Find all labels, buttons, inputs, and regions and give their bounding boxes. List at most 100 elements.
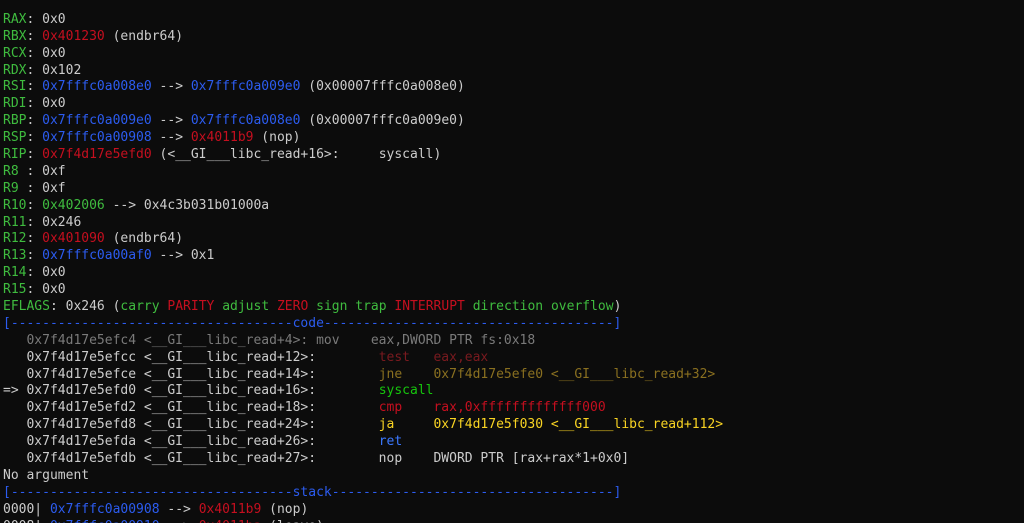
terminal-text-segment: jne 0x7f4d17e5efe0 <__GI___libc_read+32> [378,366,716,382]
terminal-text-segment: : [26,79,43,95]
terminal-text-segment: : 0x246 [26,214,82,230]
terminal-line: R11: 0x246 [3,215,723,232]
terminal-text-segment: : [26,28,43,44]
terminal-text-segment: R15 [3,282,27,298]
terminal-text-segment: 0x7f4d17e5efdb <__GI___libc_read+27>: no… [3,451,630,467]
terminal-line: 0x7f4d17e5efce <__GI___libc_read+14>: jn… [3,367,723,384]
terminal-output: RAX: 0x0 RBX: 0x401230 (endbr64) RCX: 0x0 R… [3,0,723,523]
terminal-text-segment: : [26,147,43,163]
terminal-text-segment: [------------------------------------cod… [3,315,622,331]
terminal-line: 0x7f4d17e5efd2 <__GI___libc_read+18>: cm… [3,400,723,417]
terminal-text-segment: --> 0x1 [151,248,215,264]
terminal-text-segment: RBP [3,113,27,129]
terminal-text-segment: => 0x7f4d17e5efd0 <__GI___libc_read+16>: [3,383,379,399]
terminal-text-segment: 0x4011ba [199,519,262,523]
terminal-text-segment: --> [160,519,199,523]
terminal-text-segment: : [26,248,43,264]
terminal-text-segment: : 0x0 [26,96,66,112]
terminal-line: RDI: 0x0 [3,96,723,113]
terminal-text-segment: : 0x0 [26,265,66,281]
terminal-text-segment: : [26,197,43,213]
terminal-text-segment: sign [316,299,348,315]
terminal-text-segment: 0x402006 [42,197,105,213]
terminal-text-segment: RDX [3,62,27,78]
terminal-text-segment: 0x7fffc0a008e0 [42,79,152,95]
terminal-line: 0000| 0x7fffc0a00908 --> 0x4011b9 (nop) [3,502,723,519]
terminal-text-segment: (endbr64) [104,28,184,44]
terminal-text-segment: 0x7fffc0a00910 [50,519,160,523]
terminal-line: No argument [3,468,723,485]
terminal-text-segment: R13 [3,248,27,264]
terminal-window[interactable]: RAX: 0x0 RBX: 0x401230 (endbr64) RCX: 0x0 R… [0,0,1024,523]
terminal-text-segment: ja 0x7f4d17e5f030 <__GI___libc_read+112> [378,417,724,433]
terminal-text-segment: 0x7fffc0a00908 [49,501,160,517]
terminal-line: RIP: 0x7f4d17e5efd0 (<__GI___libc_read+1… [3,147,723,164]
terminal-text-segment: RSP [3,130,27,146]
terminal-text-segment: No argument [3,467,90,483]
terminal-text-segment: 0x7f4d17e5efc4 <__GI___libc_read+4>: mov… [3,332,536,348]
terminal-text-segment: trap [355,299,387,315]
terminal-text-segment: RIP [3,147,27,163]
terminal-text-segment: test eax,eax [378,349,489,365]
terminal-text-segment: R12 [3,231,27,247]
terminal-line: 0x7f4d17e5efda <__GI___libc_read+26>: re… [3,434,723,451]
terminal-line: R12: 0x401090 (endbr64) [3,231,723,248]
terminal-text-segment: --> [159,501,199,517]
terminal-text-segment: INTERRUPT [394,299,465,315]
terminal-text-segment: [------------------------------------sta… [3,484,622,500]
terminal-text-segment: 0x401230 [42,28,105,44]
terminal-text-segment: : [26,231,43,247]
terminal-text-segment: adjust [222,299,270,315]
terminal-text-segment: syscall [378,383,434,399]
terminal-line: R8 : 0xf [3,164,723,181]
terminal-line: [------------------------------------cod… [3,316,723,333]
terminal-text-segment: 0x4011b9 [198,501,262,517]
terminal-line: EFLAGS: 0x246 (carry PARITY adjust ZERO … [3,299,723,316]
terminal-text-segment: ) [613,299,622,315]
terminal-text-segment: : 0x246 ( [49,299,121,315]
terminal-line: RSI: 0x7fffc0a008e0 --> 0x7fffc0a009e0 (… [3,79,723,96]
terminal-line: [------------------------------------sta… [3,485,723,502]
terminal-text-segment: RAX [3,11,27,27]
terminal-line: R10: 0x402006 --> 0x4c3b031b01000a [3,198,723,215]
terminal-line: 0x7f4d17e5efc4 <__GI___libc_read+4>: mov… [3,333,723,350]
terminal-text-segment: --> [151,130,191,146]
terminal-line: 0x7f4d17e5efcc <__GI___libc_read+12>: te… [3,350,723,367]
terminal-text-segment: (nop) [253,130,301,146]
terminal-text-segment: : [26,130,43,146]
terminal-line: => 0x7f4d17e5efd0 <__GI___libc_read+16>:… [3,383,723,400]
terminal-text-segment: 0x7f4d17e5efce <__GI___libc_read+14>: [3,366,379,382]
terminal-text-segment: : 0x0 [26,282,66,298]
terminal-text-segment: (nop) [261,501,309,517]
terminal-text-segment: (endbr64) [104,231,184,247]
terminal-line: R15: 0x0 [3,282,723,299]
terminal-text-segment: : 0x0 [26,11,66,27]
terminal-text-segment: (0x00007fffc0a009e0) [300,113,465,129]
terminal-text-segment: (<__GI___libc_read+16>: syscall) [151,147,442,163]
terminal-text-segment: cmp rax,0xfffffffffffff000 [378,400,606,416]
terminal-text-segment: direction [472,299,544,315]
terminal-text-segment: ZERO [276,299,309,315]
terminal-line: RBP: 0x7fffc0a009e0 --> 0x7fffc0a008e0 (… [3,113,723,130]
terminal-text-segment: 0x7fffc0a00908 [42,130,152,146]
terminal-text-segment: : [26,113,43,129]
terminal-text-segment: (leave) [261,519,324,523]
terminal-text-segment: carry [120,299,160,315]
terminal-text-segment: RBX [3,28,27,44]
terminal-text-segment: 0x7fffc0a00af0 [42,248,152,264]
terminal-text-segment: (0x00007fffc0a008e0) [300,79,465,95]
terminal-text-segment: overflow [550,299,614,315]
terminal-text-segment: PARITY [167,299,215,315]
terminal-text-segment: R10 [3,197,27,213]
terminal-text-segment: --> 0x4c3b031b01000a [104,197,270,213]
terminal-text-segment: 0x7fffc0a009e0 [42,113,152,129]
terminal-text-segment: RSI [3,79,27,95]
terminal-line: 0008| 0x7fffc0a00910 --> 0x4011ba (leave… [3,519,723,523]
terminal-line: R13: 0x7fffc0a00af0 --> 0x1 [3,248,723,265]
